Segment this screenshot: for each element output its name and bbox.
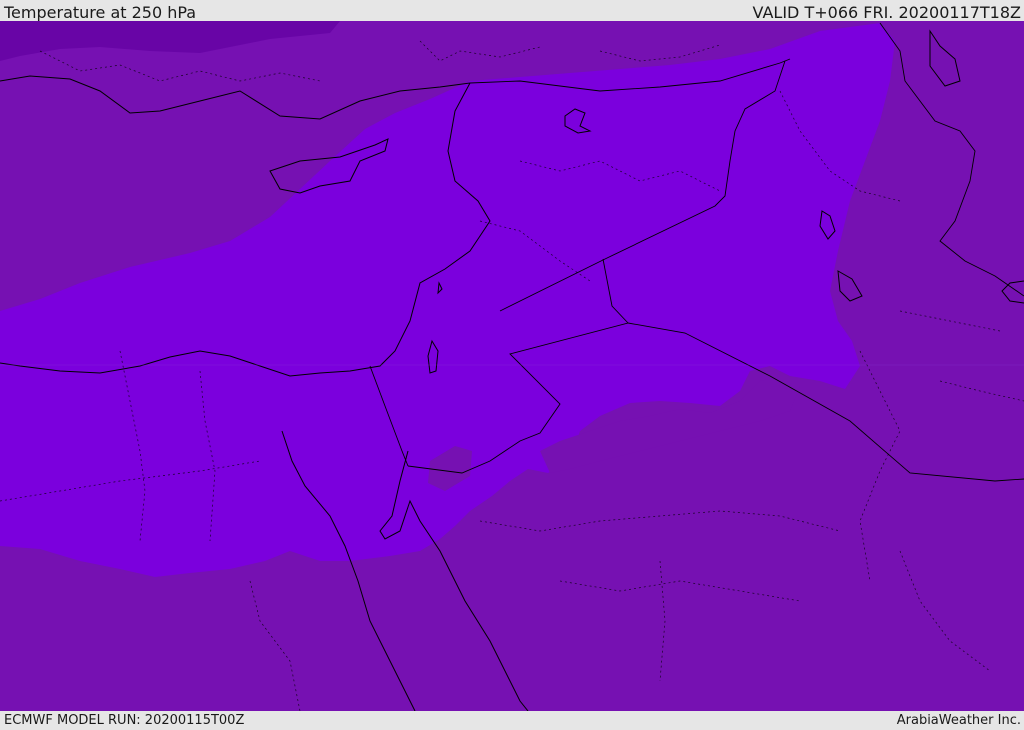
model-run-label: ECMWF MODEL RUN: 20200115T00Z <box>4 713 245 728</box>
map-header: Temperature at 250 hPa VALID T+066 FRI. … <box>0 0 1024 22</box>
map-footer: ECMWF MODEL RUN: 20200115T00Z ArabiaWeat… <box>0 711 1024 729</box>
brand-label: ArabiaWeather Inc. <box>896 713 1021 728</box>
valid-time: VALID T+066 FRI. 20200117T18Z <box>752 3 1021 22</box>
weather-map <box>0 21 1024 711</box>
map-title: Temperature at 250 hPa <box>4 3 197 22</box>
map-canvas <box>0 21 1024 711</box>
